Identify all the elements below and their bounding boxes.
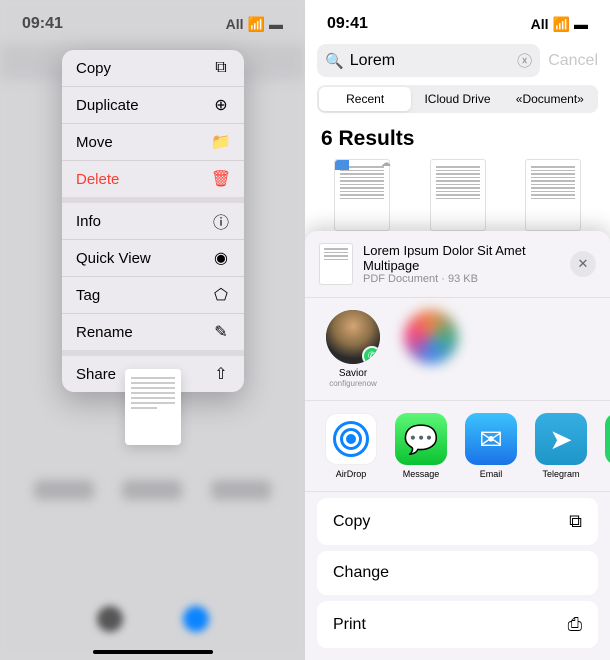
close-icon[interactable]: ✕	[570, 251, 596, 277]
results-header: 6 Results	[305, 127, 610, 159]
share-person-blurred[interactable]	[401, 310, 461, 388]
menu-label: Info	[76, 213, 101, 230]
delete-icon: 🗑	[212, 170, 230, 188]
menu-item-quick-view[interactable]: Quick View ◉	[62, 240, 244, 277]
wifi-icon: 📶	[248, 16, 265, 33]
result-thumbnail	[525, 159, 581, 231]
whatsapp-icon: ✆	[605, 413, 610, 465]
menu-label: Rename	[76, 324, 133, 341]
share-meta: PDF Document · 93 KB	[363, 273, 560, 285]
share-app-msg[interactable]: 💬 Message	[393, 413, 449, 479]
whatsapp-badge-icon: ✆	[362, 346, 380, 364]
copy-icon: ⧉	[569, 511, 582, 532]
share-title: Lorem Ipsum Dolor Sit Amet Multipage	[363, 243, 560, 273]
result-thumbnail: ☁	[334, 159, 390, 231]
app-label: Telegram	[542, 469, 579, 479]
menu-label: Copy	[76, 60, 111, 77]
status-time: 09:41	[327, 15, 368, 33]
action-label: Print	[333, 616, 366, 634]
share-app-airdrop[interactable]: AirDrop	[323, 413, 379, 479]
search-query: Lorem	[350, 52, 395, 70]
cloud-icon: ☁	[381, 158, 391, 169]
segment-0[interactable]: Recent	[319, 87, 411, 111]
rename-icon: ✎	[212, 323, 230, 341]
action-print[interactable]: Print ⎙	[317, 601, 598, 648]
app-label: AirDrop	[336, 469, 367, 479]
quick view-icon: ◉	[212, 249, 230, 267]
segment-1[interactable]: ICloud Drive	[411, 87, 503, 111]
status-time: 09:41	[22, 15, 63, 33]
menu-label: Delete	[76, 171, 119, 188]
person-name: Savior	[339, 368, 367, 379]
print-icon: ⎙	[568, 614, 582, 635]
share-person[interactable]: ✆ Saviorconfigurenow	[323, 310, 383, 388]
status-carrier: All	[226, 16, 244, 32]
search-input[interactable]: 🔍 Lorem ⓧ	[317, 44, 540, 77]
info-icon: ⓘ	[212, 212, 230, 230]
segment-2[interactable]: «Document»	[504, 87, 596, 111]
search-icon: 🔍	[325, 52, 344, 70]
menu-item-copy[interactable]: Copy ⧉	[62, 50, 244, 87]
battery-icon: ▬	[574, 16, 588, 32]
share-app-mail[interactable]: ✉ Email	[463, 413, 519, 479]
share-icon: ⇧	[212, 365, 230, 383]
action-change[interactable]: Change	[317, 551, 598, 595]
menu-item-info[interactable]: Info ⓘ	[62, 203, 244, 240]
result-thumbnail	[430, 159, 486, 231]
battery-icon: ▬	[269, 16, 283, 32]
context-menu: Copy ⧉ Duplicate ⊕ Move 📁 Delete 🗑 Info ⓘ Quick Vi…	[62, 50, 244, 392]
menu-label: Share	[76, 366, 116, 383]
action-label: Change	[333, 564, 389, 582]
message-icon: 💬	[395, 413, 447, 465]
mail-icon: ✉	[465, 413, 517, 465]
move-icon: 📁	[212, 133, 230, 151]
clear-search-icon[interactable]: ⓧ	[517, 50, 532, 71]
action-copy[interactable]: Copy ⧉	[317, 498, 598, 545]
status-carrier: All	[531, 16, 549, 32]
app-label: Message	[403, 469, 440, 479]
menu-label: Quick View	[76, 250, 151, 267]
share-app-wa[interactable]: ✆W…	[603, 413, 610, 479]
menu-label: Duplicate	[76, 97, 139, 114]
person-sub: configurenow	[329, 379, 377, 388]
menu-item-delete[interactable]: Delete 🗑	[62, 161, 244, 197]
airdrop-icon	[325, 413, 377, 465]
share-action-list: Copy ⧉ Change Print ⎙	[305, 492, 610, 660]
menu-item-tag[interactable]: Tag ⬠	[62, 277, 244, 314]
share-doc-thumbnail	[319, 243, 353, 285]
scope-segmented-control: RecentICloud Drive«Document»	[317, 85, 598, 113]
duplicate-icon: ⊕	[212, 96, 230, 114]
tag-icon: ⬠	[212, 286, 230, 304]
app-label: Email	[480, 469, 503, 479]
share-apps-row: AirDrop 💬 Message ✉ Email ➤ Telegram ✆W…	[305, 401, 610, 492]
menu-item-move[interactable]: Move 📁	[62, 124, 244, 161]
home-indicator[interactable]	[93, 650, 213, 654]
avatar: ✆	[326, 310, 380, 364]
share-people-row: ✆ Saviorconfigurenow	[305, 298, 610, 401]
telegram-icon: ➤	[535, 413, 587, 465]
avatar	[404, 310, 458, 364]
menu-item-duplicate[interactable]: Duplicate ⊕	[62, 87, 244, 124]
copy-icon: ⧉	[212, 59, 230, 77]
wifi-icon: 📶	[553, 16, 570, 33]
share-sheet: Lorem Ipsum Dolor Sit Amet Multipage PDF…	[305, 231, 610, 660]
share-app-tg[interactable]: ➤ Telegram	[533, 413, 589, 479]
document-thumbnail[interactable]	[125, 369, 181, 445]
cancel-button[interactable]: Cancel	[548, 52, 598, 70]
menu-label: Tag	[76, 287, 100, 304]
action-label: Copy	[333, 513, 370, 531]
menu-label: Move	[76, 134, 113, 151]
menu-item-rename[interactable]: Rename ✎	[62, 314, 244, 350]
